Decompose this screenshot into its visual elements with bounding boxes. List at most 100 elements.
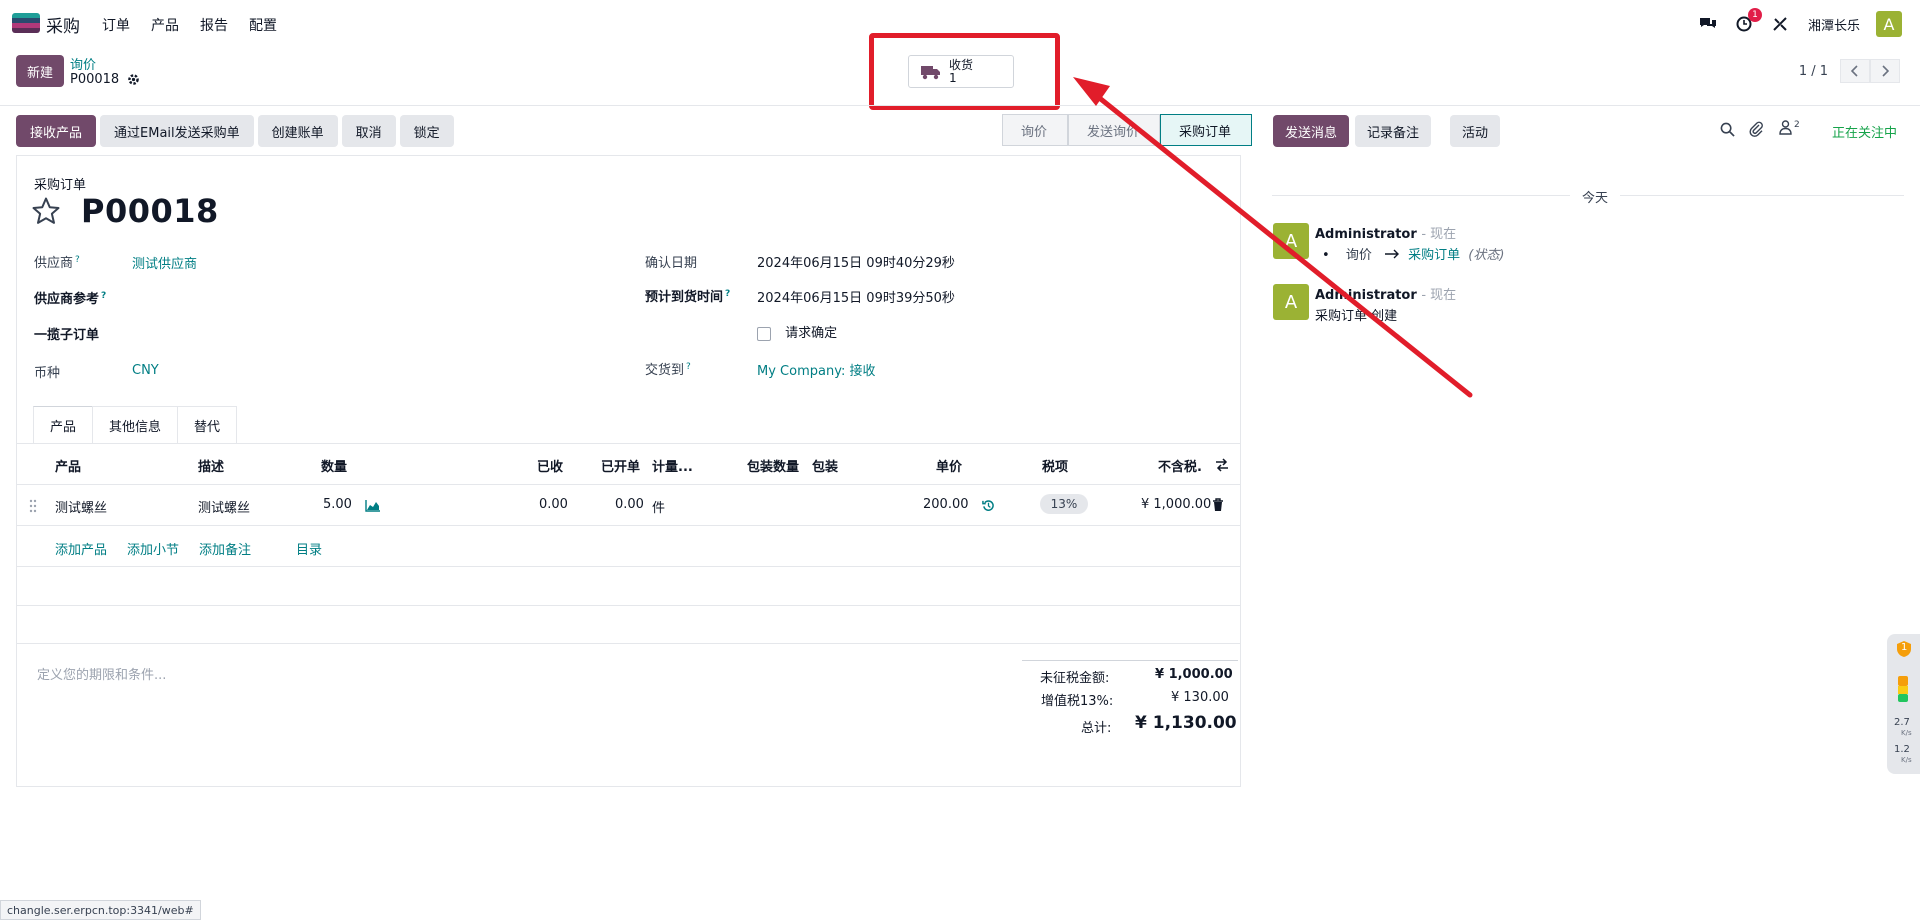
currency-field[interactable]: CNY [132,363,159,378]
catalog-link[interactable]: 目录 [296,539,322,558]
menu-products[interactable]: 产品 [151,15,179,35]
followers-button[interactable]: 2 [1779,120,1800,135]
log-note-button[interactable]: 记录备注 [1355,115,1432,147]
tools-icon[interactable] [1770,14,1790,34]
smart-button-count: 1 [949,70,957,85]
terms-input[interactable]: 定义您的期限和条件... [37,664,166,683]
cell-uom[interactable]: 件 [652,497,665,516]
expected-help-icon[interactable]: ? [725,289,730,299]
confirm-date-field[interactable]: 2024年06月15日 09时40分29秒 [757,252,955,271]
user-avatar[interactable]: A [1876,11,1902,37]
cell-billed[interactable]: 0.00 [615,497,644,512]
stage-rfq[interactable]: 询价 [1002,114,1069,146]
header-divider [0,105,1920,106]
new-button[interactable]: 新建 [16,55,64,87]
cell-product[interactable]: 测试螺丝 [55,497,107,516]
cell-received[interactable]: 0.00 [539,497,568,512]
tab-products[interactable]: 产品 [33,406,94,444]
cell-unit-price[interactable]: 200.00 [923,497,969,512]
col-qty[interactable]: 数量 [321,456,347,475]
add-product-link[interactable]: 添加产品 [55,539,107,558]
message-author-name[interactable]: Administrator [1315,288,1417,303]
menu-config[interactable]: 配置 [249,15,277,35]
col-packaging[interactable]: 包装 [812,456,838,475]
star-icon[interactable] [31,196,61,226]
total-value: ¥ 1,130.00 [1135,713,1237,733]
col-description[interactable]: 描述 [198,456,224,475]
cell-qty[interactable]: 5.00 [323,497,352,512]
stage-rfq-sent[interactable]: 发送询价 [1068,114,1161,146]
pager-next-button[interactable] [1870,59,1900,83]
top-menu: 订单 产品 报告 配置 [102,15,298,35]
deliver-to-label-text: 交货到 [645,363,685,378]
chat-icon[interactable] [1698,14,1718,34]
download-speed: 1.2 [1894,744,1910,755]
history-icon[interactable] [982,499,995,512]
col-billed[interactable]: 已开单 [601,456,640,475]
app-logo-icon[interactable] [12,13,40,33]
tax-badge[interactable]: 13% [1040,494,1088,514]
add-section-link[interactable]: 添加小节 [127,539,179,558]
cancel-button[interactable]: 取消 [341,115,396,147]
send-message-button[interactable]: 发送消息 [1273,115,1350,147]
create-bill-button[interactable]: 创建账单 [257,115,338,147]
ask-confirm-checkbox[interactable] [757,326,771,341]
col-packaging-qty[interactable]: 包装数量 [747,456,799,475]
activity-button[interactable]: 活动 [1450,115,1501,147]
optional-columns-icon[interactable] [1215,458,1229,472]
vendor-label-text: 供应商 [34,256,74,271]
send-po-email-button[interactable]: 通过EMail发送采购单 [100,115,254,147]
breadcrumb-parent[interactable]: 询价 [70,54,96,73]
trash-icon[interactable] [1212,498,1224,512]
tab-alternatives[interactable]: 替代 [177,406,238,444]
drag-handle-icon[interactable] [29,499,37,513]
page-title: P00018 [81,192,219,230]
status-url: changle.ser.erpcn.top:3341/web# [0,900,201,920]
col-unit-price[interactable]: 单价 [936,456,962,475]
forecast-chart-icon[interactable] [365,499,381,512]
totals-divider [1022,660,1238,661]
company-switcher[interactable]: 湘潭长乐 [1808,15,1860,34]
blanket-order-label: 一揽子订单 [34,328,100,343]
activity-clock-icon[interactable]: 1 [1734,8,1762,34]
receive-products-button[interactable]: 接收产品 [16,115,97,147]
gear-icon[interactable] [127,73,140,86]
app-name[interactable]: 采购 [46,12,80,37]
col-subtotal[interactable]: 不含税. [1158,456,1202,475]
col-received[interactable]: 已收 [537,456,563,475]
cell-description[interactable]: 测试螺丝 [198,497,250,516]
vendor-ref-help-icon[interactable]: ? [101,291,106,301]
deliver-to-help-icon[interactable]: ? [686,362,691,372]
following-status[interactable]: 正在关注中 [1832,122,1897,141]
paperclip-icon[interactable] [1749,121,1763,137]
network-monitor-widget[interactable]: 1 2.7 K/s 1.2 K/s [1887,634,1920,774]
smart-button-label: 收货 [949,57,974,72]
pager-value[interactable]: 1 / 1 [1799,64,1828,79]
message-avatar[interactable]: A [1273,284,1309,320]
receipt-smart-button[interactable]: 收货 1 [908,55,1014,88]
add-note-link[interactable]: 添加备注 [199,539,251,558]
stage-purchase-order[interactable]: 采购订单 [1160,114,1253,146]
deliver-to-field[interactable]: My Company: 接收 [757,360,875,379]
pager-prev-button[interactable] [1840,59,1870,83]
message-avatar[interactable]: A [1273,223,1309,259]
tracking-old-value: 询价 [1345,248,1372,263]
menu-orders[interactable]: 订单 [102,15,130,35]
vendor-help-icon[interactable]: ? [75,255,80,265]
lock-button[interactable]: 锁定 [399,115,454,147]
vendor-ref-label: 供应商参考? [34,288,106,307]
table-header-divider [17,484,1240,485]
message-time: - 现在 [1421,227,1457,242]
expected-arrival-field[interactable]: 2024年06月15日 09时39分50秒 [757,287,955,306]
menu-reports[interactable]: 报告 [200,15,228,35]
col-uom[interactable]: 计量... [652,456,693,475]
search-icon[interactable] [1720,122,1735,137]
message-author-name[interactable]: Administrator [1315,227,1417,242]
app-root: 采购 订单 产品 报告 配置 1 湘潭长乐 A 新建 询价 P00018 收货 … [0,0,1920,922]
tab-other-info[interactable]: 其他信息 [92,406,179,444]
vendor-field[interactable]: 测试供应商 [132,253,197,272]
col-product[interactable]: 产品 [55,456,81,475]
upload-unit: K/s [1901,729,1912,737]
ask-confirm-label: 请求确定 [785,326,838,341]
col-taxes[interactable]: 税项 [1042,456,1068,475]
